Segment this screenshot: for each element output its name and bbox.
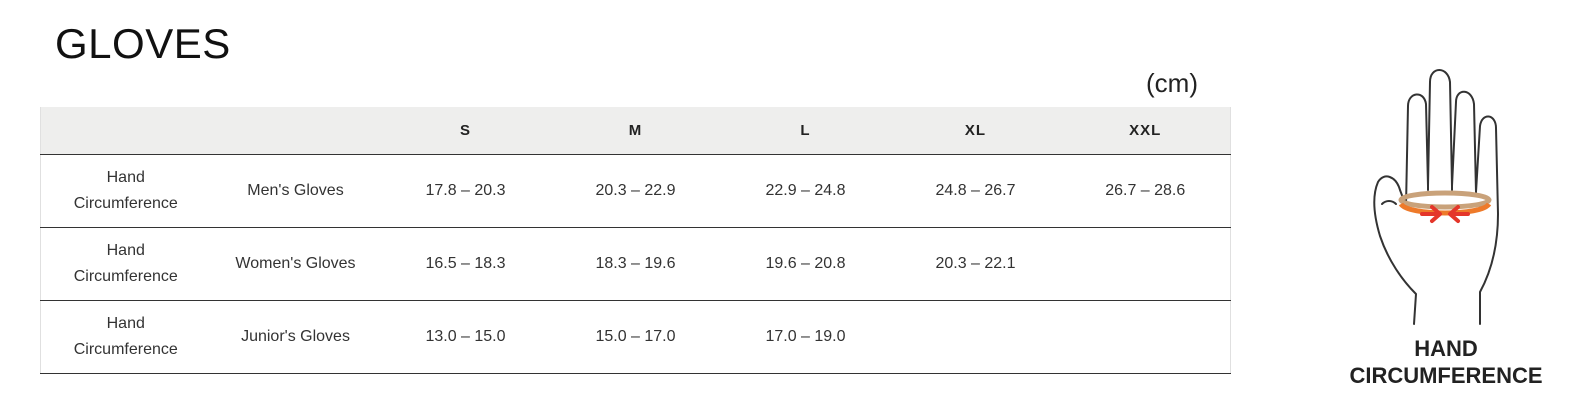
size-cell: 15.0 – 17.0 [550, 300, 721, 374]
measure-cell: Hand Circumference [40, 300, 211, 374]
measure-label-line1: Hand [106, 242, 145, 259]
size-cell: 17.8 – 20.3 [380, 154, 551, 228]
table-row: Hand Circumference Junior's Gloves 13.0 –… [40, 300, 1231, 374]
size-cell: 16.5 – 18.3 [380, 227, 551, 301]
caption-line1: HAND [1414, 336, 1478, 361]
header-cell-type [210, 107, 381, 155]
measure-label-line1: Hand [106, 315, 145, 332]
header-cell-measure [40, 107, 211, 155]
unit-label: (cm) [1146, 68, 1198, 98]
size-cell: 19.6 – 20.8 [720, 227, 891, 301]
size-cell: 18.3 – 19.6 [550, 227, 721, 301]
size-cell: 13.0 – 15.0 [380, 300, 551, 374]
measure-label-line2: Circumference [73, 268, 178, 285]
caption-line2: CIRCUMFERENCE [1349, 363, 1543, 388]
size-cell: 17.0 – 19.0 [720, 300, 891, 374]
page-title: GLOVES [55, 20, 231, 67]
back-band [1398, 190, 1492, 210]
header-cell-xxl: XXL [1060, 107, 1231, 155]
glove-type-cell: Men's Gloves [210, 154, 381, 228]
size-cell: 24.8 – 26.7 [890, 154, 1061, 228]
size-cell [1060, 300, 1231, 374]
header-cell-xl: XL [890, 107, 1061, 155]
size-cell [890, 300, 1061, 374]
glove-type-cell: Women's Gloves [210, 227, 381, 301]
size-cell: 22.9 – 24.8 [720, 154, 891, 228]
size-cell: 26.7 – 28.6 [1060, 154, 1231, 228]
measure-cell: Hand Circumference [40, 154, 211, 228]
measure-cell: Hand Circumference [40, 227, 211, 301]
hand-figure-caption: HAND CIRCUMFERENCE [1340, 335, 1552, 389]
size-cell [1060, 227, 1231, 301]
header-cell-l: L [720, 107, 891, 155]
table-row: Hand Circumference Men's Gloves 17.8 – 20… [40, 154, 1231, 228]
table-row: Hand Circumference Women's Gloves 16.5 – … [40, 227, 1231, 301]
measure-label-line2: Circumference [73, 341, 178, 358]
size-cell: 20.3 – 22.9 [550, 154, 721, 228]
table-header-row: S M L XL XXL [40, 107, 1231, 155]
size-chart-table: S M L XL XXL Hand Circumference Men's Glo… [40, 107, 1231, 374]
hand-circumference-icon [1373, 69, 1499, 325]
measure-label-line2: Circumference [73, 195, 178, 212]
header-cell-m: M [550, 107, 721, 155]
header-cell-s: S [380, 107, 551, 155]
size-cell: 20.3 – 22.1 [890, 227, 1061, 301]
measure-label-line1: Hand [106, 169, 145, 186]
glove-type-cell: Junior's Gloves [210, 300, 381, 374]
